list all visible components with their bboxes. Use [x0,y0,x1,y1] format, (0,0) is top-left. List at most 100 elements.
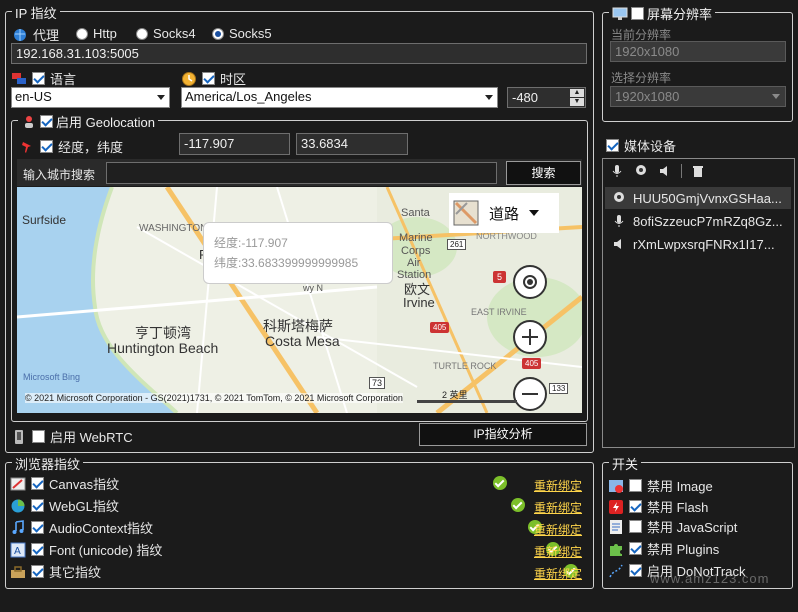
check-ok-icon [510,498,525,512]
language-flags-icon [12,72,26,84]
radio-http-circle[interactable] [76,27,88,40]
globe-icon [14,28,26,41]
route-shield-73: 73 [369,377,386,389]
canvas-label: Canvas指纹 [49,477,120,492]
locate-dot-icon [527,279,533,285]
radio-socks4-circle[interactable] [136,27,148,40]
webrtc-icon [15,429,23,444]
microphone-icon [614,215,624,227]
language-select[interactable]: en-US [11,87,170,108]
radio-socks4[interactable]: Socks4 [136,26,196,41]
rebind-font-link[interactable]: 重新绑定 [534,543,582,560]
map-label-cm: Costa Mesa [265,333,340,349]
canvas-checkbox[interactable] [31,477,44,490]
map-style-selector[interactable]: 道路 [449,193,559,233]
disable-plugins-checkbox[interactable] [629,542,642,555]
switch-item-flash: 禁用 Flash [608,497,708,516]
zoom-out-button[interactable] [513,377,547,411]
radio-socks5-circle[interactable] [212,27,224,40]
webgl-label: WebGL指纹 [49,499,119,514]
disable-flash-label: 禁用 Flash [647,500,709,515]
media-device-item[interactable]: 8ofiSzzeucP7mRZq8Gz... [605,210,791,232]
radio-http[interactable]: Http [76,26,117,41]
webcam-icon[interactable] [633,163,649,179]
timezone-checkbox[interactable] [202,72,215,85]
switches-title: 开关 [612,457,639,472]
map-label-fwy: wy N [303,283,323,293]
webgl-checkbox[interactable] [31,499,44,512]
puzzle-icon [610,543,622,556]
radio-socks4-label: Socks4 [153,26,196,41]
proxy-label: 代理 [33,28,60,43]
fingerprint-item-font: A Font (unicode) 指纹 [10,540,162,559]
media-devices-checkbox[interactable] [606,139,619,152]
media-devices-panel: HUU50GmjVvnxGSHaa... 8ofiSzzeucP7mRZq8Gz… [602,158,795,448]
ip-analyze-button[interactable]: IP指纹分析 [419,423,587,446]
search-button[interactable]: 搜索 [506,161,581,185]
locate-me-button[interactable] [513,265,547,299]
font-label: Font (unicode) 指纹 [49,543,163,558]
rebind-audio-link[interactable]: 重新绑定 [534,521,582,538]
stepper-up-icon[interactable]: ▲ [570,89,584,97]
stepper-down-icon[interactable]: ▼ [570,98,584,106]
route-shield-405-upper: 405 [430,322,450,333]
map-label-irvine: Irvine [403,295,435,310]
disable-javascript-checkbox[interactable] [629,520,642,533]
disable-flash-checkbox[interactable] [629,500,642,513]
fingerprint-item-audio: AudioContext指纹 [10,518,153,537]
chevron-down-icon [772,94,780,99]
select-resolution-label: 选择分辨率 [611,71,672,85]
music-note-icon [12,519,24,534]
zoom-in-button[interactable] [513,320,547,354]
media-device-item[interactable]: rXmLwpxsrqFNRx1I17... [605,233,791,255]
proxy-address-input[interactable]: 192.168.31.103:5005 [11,43,587,64]
pin-icon [22,141,31,153]
language-row: 语言 [11,69,76,88]
map-label-washington: WASHINGTON [139,223,208,234]
map-label-turtle-rock: TURTLE ROCK [433,361,497,371]
resolution-select[interactable]: 1920x1080 [610,86,786,107]
speaker-icon[interactable] [657,163,673,179]
route-shield-5: 5 [493,271,507,283]
geolocation-checkbox[interactable] [40,115,53,128]
map-label-surfside: Surfside [22,213,67,227]
other-checkbox[interactable] [31,565,44,578]
webrtc-row: 启用 WebRTC [11,427,133,446]
latitude-input[interactable]: 33.6834 [296,133,408,155]
audio-checkbox[interactable] [31,521,44,534]
timezone-select-value: America/Los_Angeles [185,89,312,104]
utc-offset-stepper[interactable]: -480 ▲ ▼ [507,87,586,108]
image-block-icon [609,479,623,493]
radio-socks5[interactable]: Socks5 [212,26,272,41]
media-toolbar [603,159,794,183]
map-label-air: Air [407,257,421,269]
webrtc-checkbox[interactable] [32,430,45,443]
rebind-canvas-link[interactable]: 重新绑定 [534,477,582,494]
disable-image-checkbox[interactable] [629,479,642,492]
enable-dnt-checkbox[interactable] [629,564,642,577]
script-icon [610,519,622,534]
timezone-select[interactable]: America/Los_Angeles [181,87,498,108]
rebind-other-link[interactable]: 重新绑定 [534,565,582,582]
utc-offset-value: -480 [512,90,539,105]
trash-icon[interactable] [690,163,706,179]
geolocation-title: 启用 Geolocation [56,115,155,130]
language-checkbox[interactable] [32,72,45,85]
screen-resolution-checkbox[interactable] [631,7,644,20]
fingerprint-item-webgl: WebGL指纹 [10,496,119,515]
map-copyright: © 2021 Microsoft Corporation - GS(2021)1… [25,393,403,403]
fingerprint-item-other: 其它指纹 [10,562,101,581]
webrtc-label: 启用 WebRTC [50,430,133,445]
media-device-item[interactable]: HUU50GmjVvnxGSHaa... [605,187,791,209]
rebind-webgl-link[interactable]: 重新绑定 [534,499,582,516]
media-device-name: HUU50GmjVvnxGSHaa... [633,190,782,206]
latlon-checkbox[interactable] [40,140,53,153]
map-view[interactable]: Surfside WASHINGTON F Santa Marine Corps… [17,187,582,413]
city-search-input[interactable] [106,162,497,184]
microphone-icon[interactable] [609,163,625,179]
longitude-input[interactable]: -117.907 [179,133,290,155]
disable-javascript-label: 禁用 JavaScript [647,520,738,535]
map-label-santa-ana: Santa [401,207,430,219]
disable-plugins-label: 禁用 Plugins [647,542,720,557]
font-checkbox[interactable] [31,543,44,556]
